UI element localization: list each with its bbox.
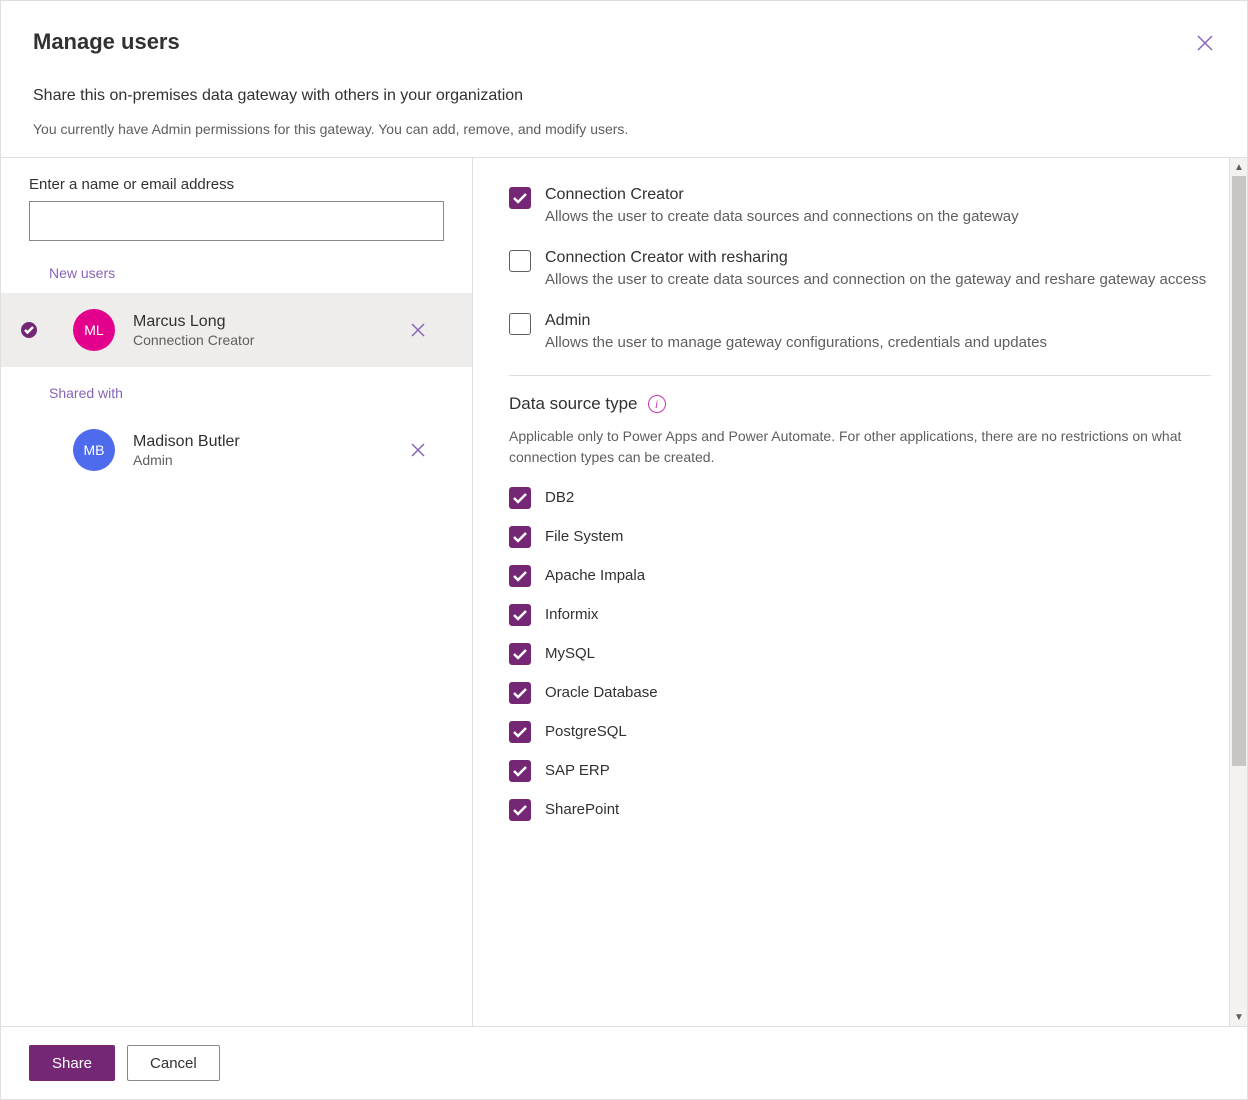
data-source-checkbox[interactable] [509,643,531,665]
data-source-label: Apache Impala [545,567,645,584]
permission-desc: Allows the user to manage gateway config… [545,332,1211,353]
avatar: MB [73,429,115,471]
permission-checkbox[interactable] [509,187,531,209]
dialog-title: Manage users [33,29,1215,55]
permission-desc: Allows the user to create data sources a… [545,269,1211,290]
data-source-label: SharePoint [545,801,619,818]
data-source-note: Applicable only to Power Apps and Power … [509,426,1211,468]
remove-user-button[interactable] [404,316,432,344]
data-source-label: PostgreSQL [545,723,627,740]
manage-users-dialog: Manage users Share this on-premises data… [0,0,1248,1100]
data-source-label: SAP ERP [545,762,610,779]
share-button[interactable]: Share [29,1045,115,1081]
user-info: Marcus Long Connection Creator [133,313,404,348]
name-input-label: Enter a name or email address [29,176,444,193]
data-source-label: Informix [545,606,598,623]
data-source-label: DB2 [545,489,574,506]
permissions-pane: Connection Creator Allows the user to cr… [473,158,1247,1026]
selected-check-icon [21,322,37,338]
data-source-checkbox[interactable] [509,487,531,509]
permission-title: Connection Creator [545,186,1211,204]
user-name: Marcus Long [133,313,404,331]
permission-connection-creator: Connection Creator Allows the user to cr… [509,186,1211,227]
permission-connection-creator-resharing: Connection Creator with resharing Allows… [509,249,1211,290]
close-icon [410,322,426,338]
user-row-madison-butler[interactable]: MB Madison Butler Admin [1,413,472,487]
data-source-checkbox[interactable] [509,604,531,626]
scroll-down-icon[interactable]: ▼ [1230,1008,1247,1026]
data-source-label: MySQL [545,645,595,662]
permission-checkbox[interactable] [509,250,531,272]
data-source-item: Informix [509,603,1211,626]
cancel-button[interactable]: Cancel [127,1045,220,1081]
remove-user-button[interactable] [404,436,432,464]
data-source-label: Oracle Database [545,684,658,701]
name-input[interactable] [29,201,444,241]
data-source-heading: Data source type i [509,394,1211,414]
scrollbar[interactable]: ▲ ▼ [1229,158,1247,1026]
data-source-label: File System [545,528,623,545]
data-source-item: PostgreSQL [509,720,1211,743]
divider [509,375,1211,376]
user-name: Madison Butler [133,433,404,451]
permission-text: Admin Allows the user to manage gateway … [545,312,1211,353]
user-role: Admin [133,452,404,468]
data-source-checkbox[interactable] [509,721,531,743]
data-source-heading-text: Data source type [509,394,638,414]
dialog-subtitle: Share this on-premises data gateway with… [33,87,1215,105]
data-source-item: Apache Impala [509,564,1211,587]
new-users-heading: New users [1,247,472,293]
permission-text: Connection Creator with resharing Allows… [545,249,1211,290]
dialog-body: Enter a name or email address New users … [1,158,1247,1026]
avatar: ML [73,309,115,351]
data-source-checkbox[interactable] [509,799,531,821]
data-source-checkbox[interactable] [509,526,531,548]
close-icon [410,442,426,458]
permission-text: Connection Creator Allows the user to cr… [545,186,1211,227]
data-source-checkbox[interactable] [509,565,531,587]
data-source-item: Oracle Database [509,681,1211,704]
permission-admin: Admin Allows the user to manage gateway … [509,312,1211,353]
close-button[interactable] [1189,27,1221,59]
info-icon[interactable]: i [648,395,666,413]
permission-title: Connection Creator with resharing [545,249,1211,267]
data-source-checkbox[interactable] [509,760,531,782]
permission-checkbox[interactable] [509,313,531,335]
dialog-header: Manage users Share this on-premises data… [1,1,1247,158]
data-source-item: MySQL [509,642,1211,665]
scrollbar-thumb[interactable] [1232,176,1246,766]
data-source-item: SAP ERP [509,759,1211,782]
close-icon [1196,34,1214,52]
permission-title: Admin [545,312,1211,330]
scroll-up-icon[interactable]: ▲ [1230,158,1247,176]
shared-with-heading: Shared with [1,367,472,413]
data-source-item: SharePoint [509,798,1211,821]
data-source-checkbox[interactable] [509,682,531,704]
users-pane: Enter a name or email address New users … [1,158,473,1026]
dialog-footer: Share Cancel [1,1026,1247,1099]
data-source-item: File System [509,525,1211,548]
user-info: Madison Butler Admin [133,433,404,468]
name-input-section: Enter a name or email address [1,158,472,247]
data-source-item: DB2 [509,486,1211,509]
dialog-subnote: You currently have Admin permissions for… [33,121,1215,137]
user-role: Connection Creator [133,332,404,348]
user-row-marcus-long[interactable]: ML Marcus Long Connection Creator [1,293,472,367]
permission-desc: Allows the user to create data sources a… [545,206,1211,227]
